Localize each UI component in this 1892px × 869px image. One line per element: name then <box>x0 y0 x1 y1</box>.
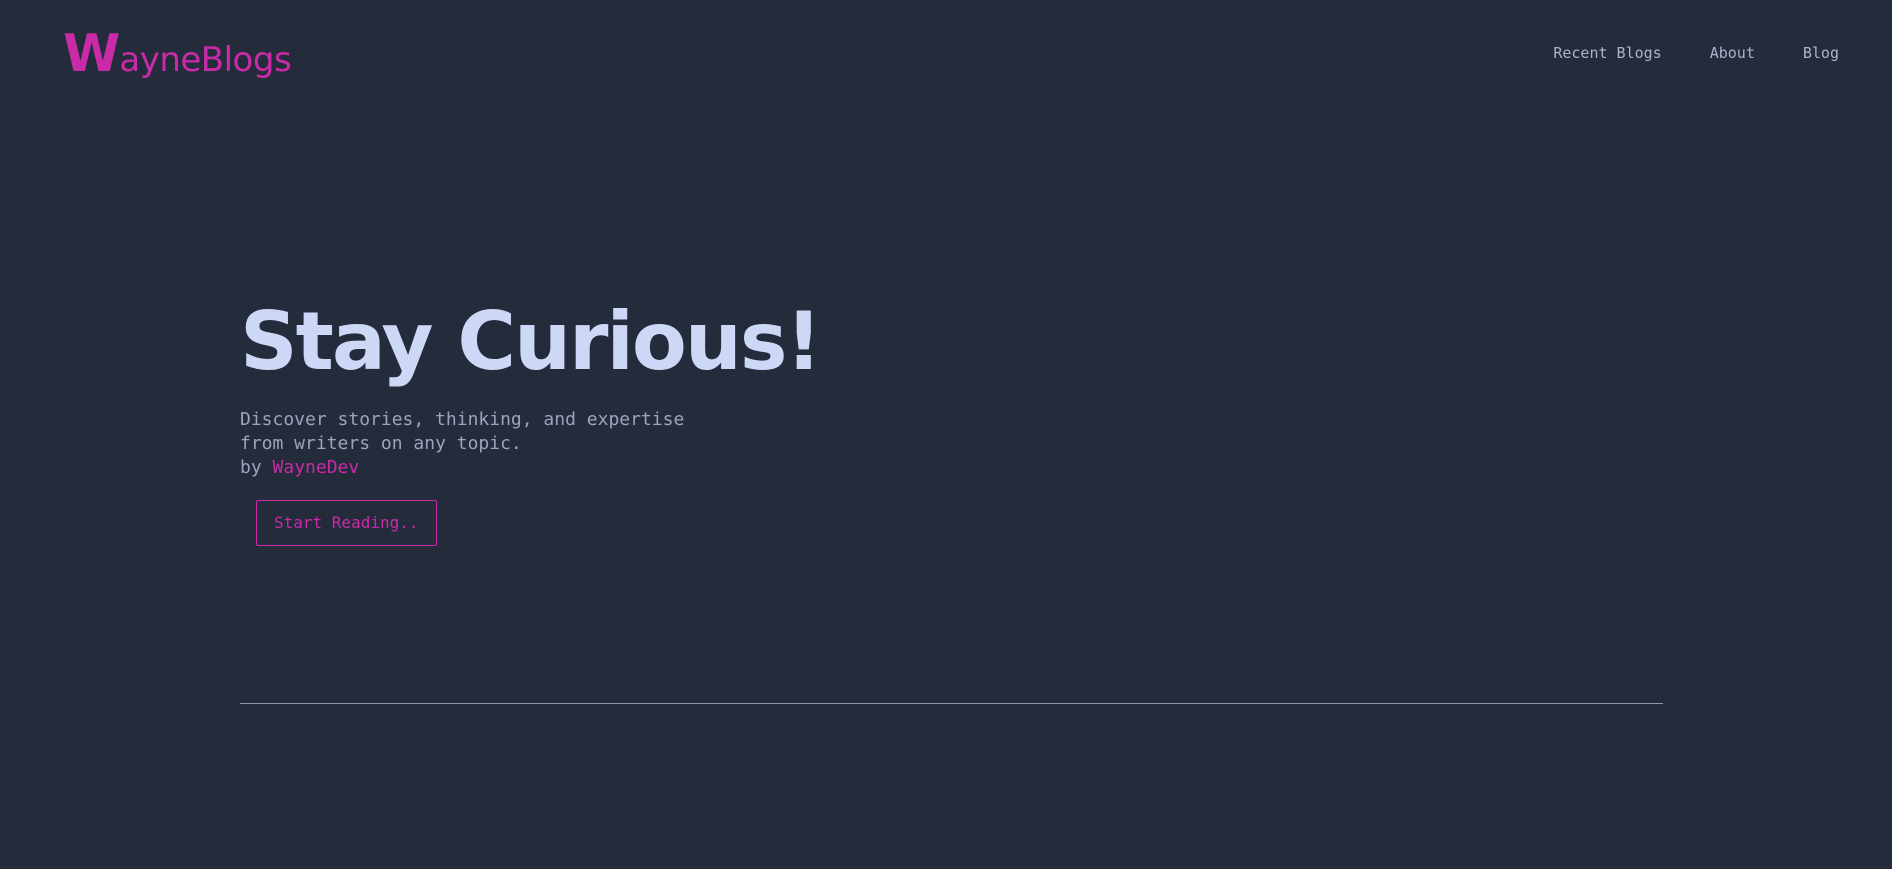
nav-link-blog[interactable]: Blog <box>1803 44 1839 62</box>
author-name: WayneDev <box>272 457 360 478</box>
top-navigation: Recent Blogs About Blog <box>1553 44 1839 62</box>
logo-initial: W <box>63 24 120 84</box>
nav-link-recent-blogs[interactable]: Recent Blogs <box>1553 44 1661 62</box>
by-label: by <box>240 457 262 478</box>
site-logo[interactable]: WayneBlogs <box>63 24 292 84</box>
hero-title: Stay Curious! <box>240 295 822 388</box>
hero-description-line-1: Discover stories, thinking, and expertis… <box>240 409 685 430</box>
nav-link-about[interactable]: About <box>1710 44 1755 62</box>
section-divider <box>240 703 1663 704</box>
hero-description: Discover stories, thinking, and expertis… <box>240 408 710 480</box>
logo-wordmark: ayneBlogs <box>119 40 292 80</box>
hero-description-line-2: from writers on any topic. <box>240 433 522 454</box>
start-reading-button[interactable]: Start Reading.. <box>256 500 437 546</box>
hero-section: Stay Curious! Discover stories, thinking… <box>240 295 822 546</box>
hero-byline: by WayneDev <box>240 456 710 480</box>
